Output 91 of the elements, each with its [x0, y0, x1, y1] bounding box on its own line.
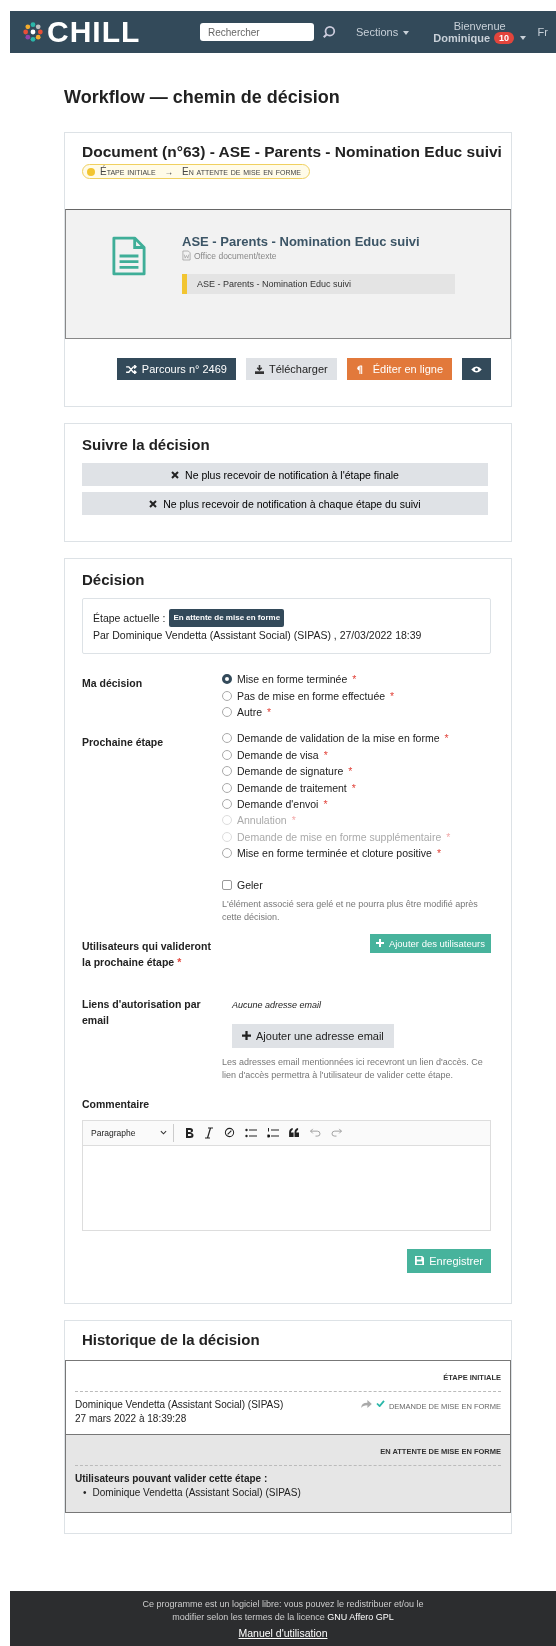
field-label: Prochaine étape: [82, 735, 165, 751]
caret-icon: [403, 31, 410, 36]
document-note: ASE - Parents - Nomination Educ suivi: [182, 274, 455, 294]
radio-button[interactable]: [222, 749, 232, 760]
close-icon: [171, 470, 180, 479]
radio-button[interactable]: [222, 766, 232, 777]
comment-editor[interactable]: Paragraphe: [82, 1119, 491, 1231]
radio-option[interactable]: Autre *: [222, 703, 272, 721]
section-title: Historique de la décision: [82, 1330, 261, 1348]
caret-icon: [520, 36, 527, 40]
radio-option[interactable]: Demande d'envoi *: [222, 795, 328, 813]
checkbox[interactable]: [222, 880, 232, 891]
section-title: Suivre la décision: [82, 436, 211, 453]
radio-option[interactable]: Demande de traitement *: [222, 779, 356, 796]
radio-option[interactable]: Pas de mise en forme effectuée *: [222, 687, 395, 704]
plus-icon: [375, 939, 384, 948]
italic-icon[interactable]: [204, 1126, 214, 1139]
field-label: Liens d'autorisation par email: [82, 996, 202, 1028]
logo-text[interactable]: CHILL: [47, 15, 141, 49]
radio-option[interactable]: Demande de validation de la mise en forme *: [222, 730, 449, 747]
radio-button[interactable]: [222, 782, 232, 793]
search-icon[interactable]: [322, 25, 336, 39]
parcours-button[interactable]: Parcours n° 2469: [116, 358, 236, 380]
step-author: Par Dominique Vendetta (Assistant Social) (SIPAS) , 27/03/2022 18:39: [93, 628, 423, 643]
help-text: Les adresses email mentionnées ici recevront un lien d'accès. Ce lien d'accès permettra à l'utilisateur de valider cette étape.: [222, 1055, 484, 1082]
welcome-text: Bienvenue: [453, 20, 506, 32]
search-field[interactable]: Rechercher: [200, 23, 314, 41]
quote-icon[interactable]: [289, 1128, 300, 1138]
page-title: Workflow — chemin de décision: [64, 87, 341, 108]
document-name: ASE - Parents - Nomination Educ suivi: [182, 234, 421, 249]
empty-text: Aucune adresse email: [232, 999, 323, 1010]
manual-link[interactable]: Manuel d'utilisation: [238, 1627, 328, 1639]
validators-label: Utilisateurs pouvant valider cette étape :: [75, 1471, 269, 1486]
unsubscribe-button[interactable]: Ne plus recevoir de notification à l'étape finale: [82, 463, 488, 486]
eye-icon: [471, 365, 482, 373]
document-icon: [112, 236, 146, 276]
radio-button[interactable]: [222, 674, 232, 685]
chevron-icon: [160, 1130, 167, 1136]
field-label: Ma décision: [82, 676, 144, 691]
link-icon[interactable]: [224, 1127, 235, 1139]
arrow-text: →: [164, 166, 174, 177]
field-label: Commentaire: [82, 1096, 151, 1112]
preview-button[interactable]: [462, 358, 491, 380]
field-label: Utilisateurs qui valideront la prochaine étape *: [82, 938, 212, 970]
redo-icon[interactable]: [331, 1128, 342, 1138]
shuffle-icon: [125, 364, 137, 374]
close-icon: [149, 499, 158, 508]
unsubscribe-button[interactable]: Ne plus recevoir de notification à chaque étape du suivi: [82, 492, 488, 515]
license-text: Ce programme est un logiciel libre: vous pouvez le redistribuer et/ou le modifier selon les termes de la licence GNU Affero GPL: [141, 1598, 425, 1624]
word-file-icon: [182, 250, 191, 261]
language-menu[interactable]: Fr: [537, 26, 548, 38]
radio-button[interactable]: [222, 798, 232, 809]
validator-item: Dominique Vendetta (Assistant Social) (SIPAS): [92, 1485, 301, 1500]
document-title: Document (n°63) - ASE - Parents - Nomination Educ suivi: [82, 143, 503, 161]
notification-count: 10: [494, 32, 515, 44]
document-type: Office document/texte: [194, 250, 277, 261]
undo-icon[interactable]: [310, 1128, 321, 1138]
radio-option[interactable]: Demande de visa *: [222, 746, 328, 763]
radio-button[interactable]: [222, 690, 232, 701]
step-date: 27 mars 2022 à 18:39:28: [75, 1411, 188, 1426]
sections-menu[interactable]: Sections: [356, 26, 410, 38]
step-label: Étape initiale: [100, 166, 156, 177]
format-dropdown[interactable]: Paragraphe: [91, 1123, 174, 1142]
download-button[interactable]: Télécharger: [245, 358, 337, 380]
step-tag: En attente de mise en forme: [169, 609, 285, 627]
step-user: Dominique Vendetta (Assistant Social) (SIPAS): [75, 1397, 284, 1412]
freeze-checkbox-option[interactable]: Geler: [222, 877, 263, 894]
radio-button[interactable]: [222, 733, 232, 744]
section-title: Décision: [82, 571, 146, 588]
help-text: L'élément associé sera gelé et ne pourra plus être modifié après cette décision.: [222, 897, 479, 924]
logo-icon: [22, 21, 44, 43]
plus-icon: [242, 1031, 251, 1041]
radio-button[interactable]: [222, 848, 232, 859]
status-dot: [87, 167, 95, 176]
numbered-list-icon[interactable]: [267, 1127, 279, 1138]
add-email-button[interactable]: Ajouter une adresse email: [232, 1023, 394, 1048]
bullet-list-icon[interactable]: [245, 1127, 257, 1138]
floppy-icon: [415, 1256, 425, 1266]
radio-button[interactable]: [222, 706, 232, 717]
pilcrow-icon: [355, 364, 363, 374]
user-menu[interactable]: Dominique 10: [433, 32, 527, 44]
bold-icon[interactable]: [184, 1126, 194, 1139]
check-icon: [375, 1399, 385, 1407]
download-icon: [254, 364, 264, 374]
bullet-text: •: [83, 1485, 87, 1500]
step-label: En attente de mise en forme: [182, 166, 301, 177]
radio-option[interactable]: Mise en forme terminée et cloture positive *: [222, 844, 441, 862]
radio-option[interactable]: Demande de signature *: [222, 762, 353, 780]
forward-icon: [360, 1399, 372, 1408]
current-step-label: Étape actuelle :: [93, 611, 166, 626]
radio-option[interactable]: Mise en forme terminée *: [222, 671, 357, 688]
